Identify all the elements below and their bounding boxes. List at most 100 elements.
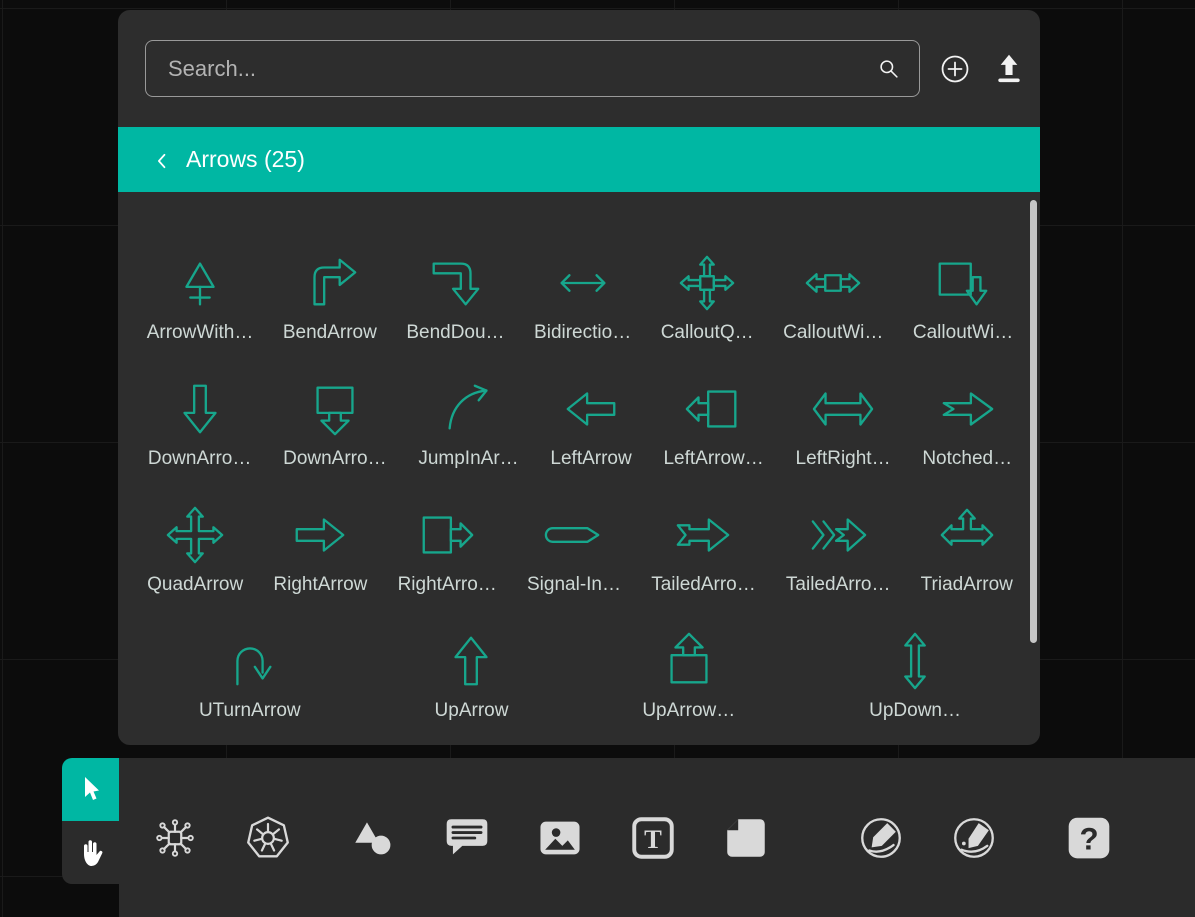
shape-row: DownArro… DownArro… JumpInAr… LeftArrow Left… [132,378,1028,470]
highlighter-tool[interactable] [944,808,1004,868]
shape-item[interactable]: TriadArrow [921,504,1013,596]
shape-label: QuadArrow [147,574,243,596]
add-shape-button[interactable] [936,50,974,88]
search-box [145,40,920,97]
shape-item[interactable]: TailedArro… [651,504,756,596]
shape-item[interactable]: DownArro… [283,378,386,470]
note-icon [721,813,771,863]
text-icon: T [628,813,678,863]
shape-item[interactable]: LeftRight… [796,378,891,470]
category-title: Arrows (25) [186,146,305,173]
shape-label: Bidirectio… [534,322,631,344]
shapes-tool[interactable] [344,808,404,868]
shape-item[interactable]: CalloutWi… [783,252,883,344]
help-icon: ? [1064,813,1114,863]
shape-item[interactable]: LeftArrow… [663,378,763,470]
signal-icon [543,504,605,566]
shape-item[interactable]: LeftArrow [550,378,631,470]
svg-text:?: ? [1079,821,1098,856]
svg-text:T: T [644,824,662,854]
hand-tool[interactable] [62,821,119,884]
cursor-icon [75,774,107,806]
shape-item[interactable]: RightArrow [273,504,367,596]
left-callout-icon [683,378,745,440]
callout-down-icon [932,252,994,314]
shape-label: CalloutWi… [913,322,1013,344]
shape-label: RightArrow [273,574,367,596]
shape-item[interactable]: UpArrow… [642,630,735,722]
shape-label: TailedArro… [651,574,756,596]
down-arrow-icon [169,378,231,440]
note-tool[interactable] [716,808,776,868]
shape-item[interactable]: JumpInAr… [418,378,518,470]
image-tool[interactable] [530,808,590,868]
comment-icon [442,813,492,863]
up-callout-icon [658,630,720,692]
shape-row: ArrowWith… BendArrow BendDou… Bidirectio… Ca… [132,252,1028,344]
shape-item[interactable]: RightArro… [398,504,497,596]
shape-label: UpArrow… [642,700,735,722]
bend-double-icon [424,252,486,314]
pen-tool[interactable] [851,808,911,868]
callout-leftright-icon [802,252,864,314]
shape-item[interactable]: ArrowWith… [147,252,254,344]
bend-arrow-icon [299,252,361,314]
shape-label: LeftArrow [550,448,631,470]
shape-item[interactable]: UTurnArrow [199,630,301,722]
shape-label: LeftArrow… [663,448,763,470]
shape-item[interactable]: UpArrow [435,630,509,722]
notched-arrow-icon [936,378,998,440]
search-input[interactable] [146,41,919,96]
pointer-tool[interactable] [62,758,119,821]
shape-label: TailedArro… [786,574,891,596]
shape-label: UTurnArrow [199,700,301,722]
help-button[interactable]: ? [1059,808,1119,868]
shape-row: QuadArrow RightArrow RightArro… Signal-In… T… [132,504,1028,596]
shape-library-panel: Arrows (25) ArrowWith… BendArrow BendDou… B… [118,10,1040,745]
shape-row: UTurnArrow UpArrow UpArrow… UpDown… [132,630,1028,722]
node-graph-tool[interactable] [145,808,205,868]
shape-label: CalloutWi… [783,322,883,344]
shape-item[interactable]: DownArro… [148,378,251,470]
diagram-canvas[interactable]: Arrows (25) ArrowWith… BendArrow BendDou… B… [0,0,1195,917]
shape-item[interactable]: QuadArrow [147,504,243,596]
uturn-arrow-icon [219,630,281,692]
shape-label: JumpInAr… [418,448,518,470]
shape-item[interactable]: TailedArro… [786,504,891,596]
shapes-icon [349,813,399,863]
shape-item[interactable]: CalloutWi… [913,252,1013,344]
image-icon [535,813,585,863]
upload-shape-button[interactable] [990,50,1028,88]
shape-label: UpArrow [435,700,509,722]
panel-scrollbar[interactable] [1030,200,1037,643]
shape-label: TriadArrow [921,574,1013,596]
shape-item[interactable]: Notched… [922,378,1012,470]
kubernetes-tool[interactable] [238,808,298,868]
shape-label: DownArro… [283,448,386,470]
shape-grid: ArrowWith… BendArrow BendDou… Bidirectio… Ca… [118,192,1040,722]
comment-tool[interactable] [437,808,497,868]
arrow-with-icon [169,252,231,314]
right-callout-icon [416,504,478,566]
shape-item[interactable]: BendDou… [406,252,504,344]
shape-item[interactable]: Signal-In… [527,504,621,596]
circuit-icon [150,813,200,863]
shape-item[interactable]: BendArrow [283,252,377,344]
tailed-arrow2-icon [807,504,869,566]
chevron-left-icon [152,150,172,170]
shape-item[interactable]: UpDown… [869,630,961,722]
add-circle-icon [936,50,974,88]
updown-arrow-icon [884,630,946,692]
text-tool[interactable]: T [623,808,683,868]
shape-item[interactable]: Bidirectio… [534,252,631,344]
category-header-arrows[interactable]: Arrows (25) [118,127,1040,192]
toolbar-group [145,808,298,868]
shape-item[interactable]: CalloutQ… [661,252,754,344]
highlighter-icon [949,813,999,863]
shape-label: RightArro… [398,574,497,596]
quad-arrow-icon [164,504,226,566]
shape-label: Notched… [922,448,1012,470]
toolbar-group: ? [1059,808,1119,868]
search-icon [875,55,903,83]
toolbar-group [851,808,1004,868]
